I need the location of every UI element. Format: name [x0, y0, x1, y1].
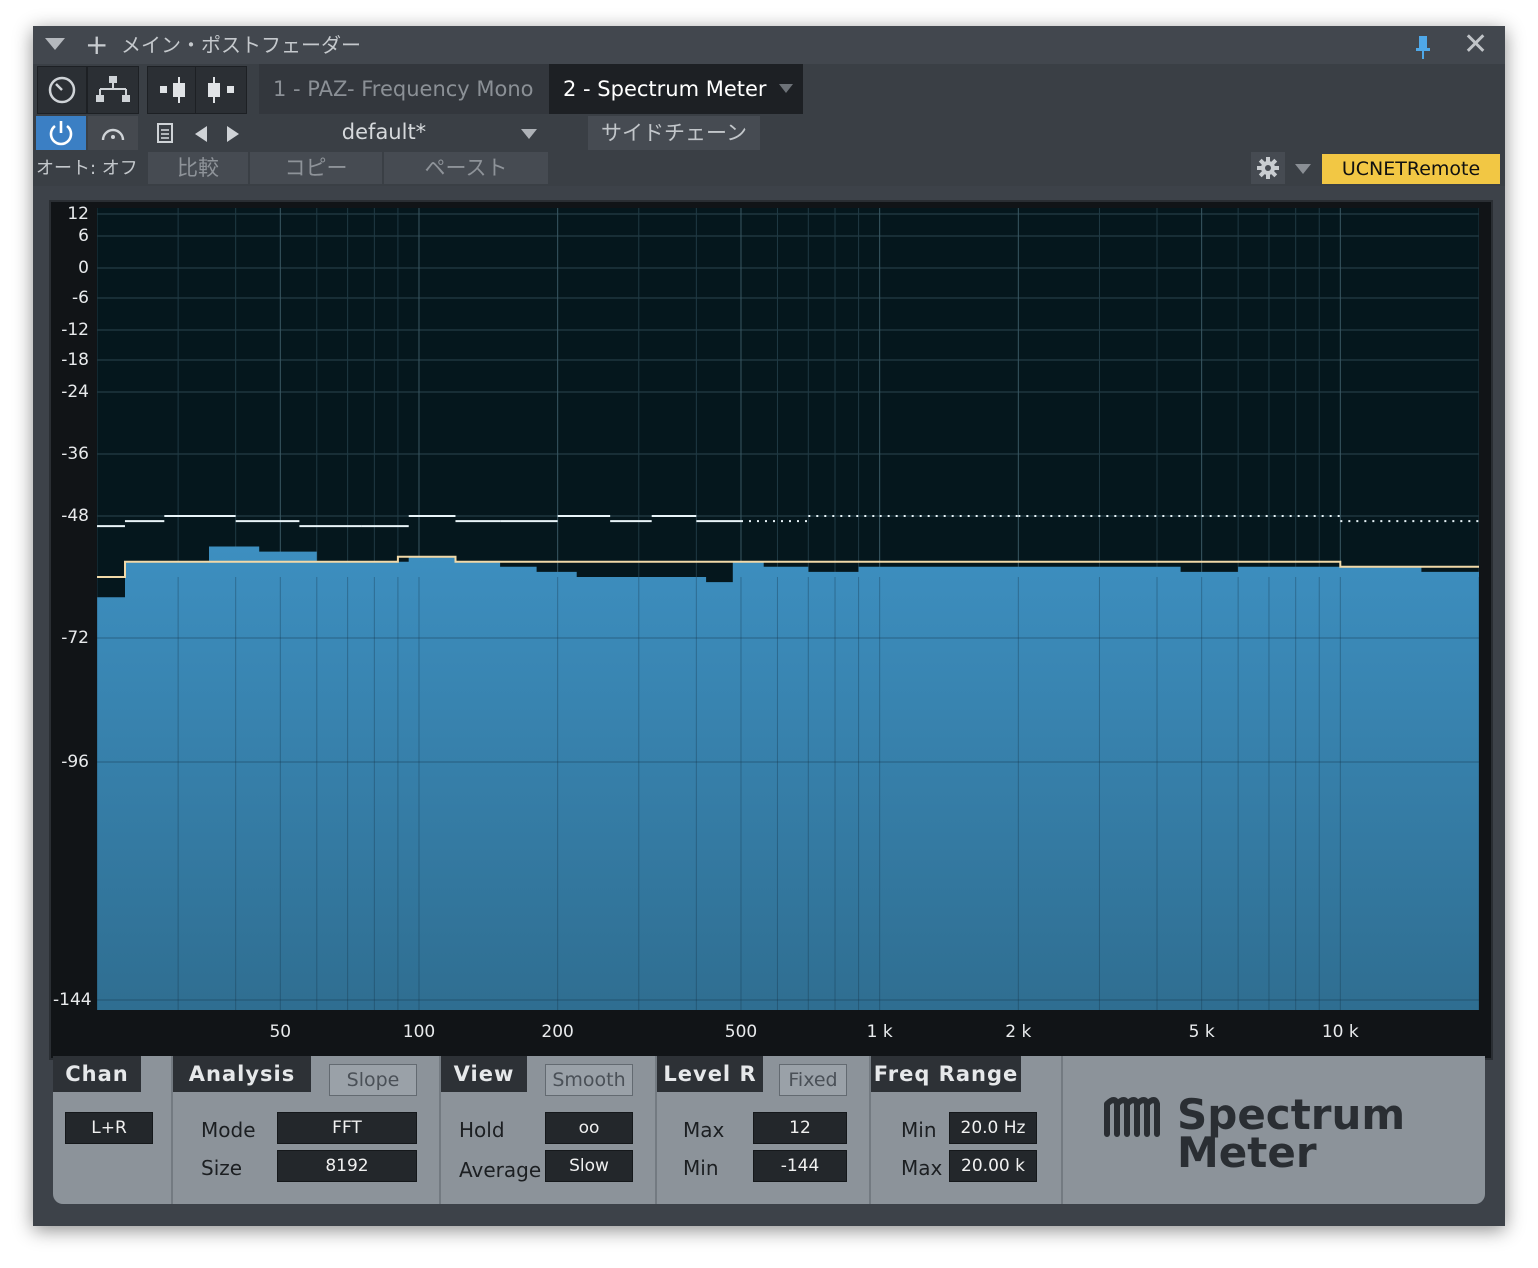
y-tick-label: -144: [53, 990, 92, 1010]
edit-row: オート: オフ 比較 コピー ペースト UCNETRemote: [33, 152, 1505, 186]
spectrum-level-area: [97, 546, 1479, 1010]
clock-button[interactable]: [37, 66, 87, 114]
x-tick-label: 50: [269, 1022, 292, 1042]
level-header: Level R: [657, 1056, 763, 1092]
y-tick-label: 0: [78, 258, 89, 278]
view-header: View: [441, 1056, 527, 1092]
compare-button[interactable]: 比較: [148, 152, 248, 184]
control-panel: Chan L+R Analysis Slope Mode FFT Size 81…: [53, 1056, 1485, 1204]
preset-dropdown-chevron-icon: [521, 129, 537, 139]
x-tick-label: 1 k: [866, 1022, 893, 1042]
presonus-logo-icon: [1104, 1097, 1160, 1137]
x-tick-label: 100: [402, 1022, 436, 1042]
y-tick-label: -6: [72, 288, 89, 308]
preset-next-arrow-icon[interactable]: [227, 126, 239, 142]
gear-icon: [1257, 157, 1279, 179]
preset-browser-button[interactable]: [149, 116, 181, 150]
section-divider: [1061, 1056, 1063, 1204]
document-icon: [157, 123, 173, 143]
tab-paz-frequency[interactable]: 1 - PAZ- Frequency Mono: [259, 64, 549, 114]
auto-mode-label[interactable]: オート: オフ: [36, 156, 138, 182]
average-label: Average: [459, 1158, 542, 1182]
spectrum-display: 12 6 0 -6 -12 -18 -24 -36 -48 -72 -96 -144 50 100 200…: [49, 200, 1493, 1060]
hold-label: Hold: [459, 1118, 505, 1142]
x-tick-label: 5 k: [1188, 1022, 1215, 1042]
add-plus-icon[interactable]: +: [85, 28, 108, 62]
headphone-icon: [101, 128, 125, 141]
freq-min-value[interactable]: 20.0 Hz: [949, 1112, 1037, 1144]
y-tick-label: -24: [61, 382, 89, 402]
tab-spectrum-meter-label: 2 - Spectrum Meter: [563, 77, 767, 101]
settings-chevron-icon[interactable]: [1295, 164, 1311, 174]
insert-after-icon: [208, 77, 234, 103]
mode-select[interactable]: FFT: [277, 1112, 417, 1144]
freq-max-label: Max: [901, 1156, 943, 1180]
freq-range-header: Freq Range: [871, 1056, 1021, 1092]
level-min-label: Min: [683, 1156, 719, 1180]
chan-header: Chan: [53, 1056, 141, 1092]
preset-prev-arrow-icon[interactable]: [195, 126, 207, 142]
freq-max-value[interactable]: 20.00 k: [949, 1150, 1037, 1182]
ucnet-remote-badge[interactable]: UCNETRemote: [1322, 154, 1500, 184]
insert-before-button[interactable]: [147, 66, 197, 114]
smooth-button[interactable]: Smooth: [545, 1064, 633, 1096]
x-tick-label: 10 k: [1321, 1022, 1359, 1042]
clock-icon: [48, 76, 76, 104]
spectrum-plot: [97, 208, 1479, 1010]
plugin-window: + メイン・ポストフェーダー ✕ 1 - PAZ- Frequency Mono…: [33, 26, 1505, 1226]
mode-label: Mode: [201, 1118, 256, 1142]
y-tick-label: -96: [61, 752, 89, 772]
routing-button[interactable]: [87, 66, 139, 114]
logo-text-meter: Meter: [1177, 1128, 1317, 1177]
paste-button[interactable]: ペースト: [384, 152, 548, 184]
analysis-header: Analysis: [173, 1056, 311, 1092]
insert-before-icon: [160, 77, 185, 103]
insert-after-button[interactable]: [195, 66, 247, 114]
channel-select[interactable]: L+R: [65, 1112, 153, 1144]
size-label: Size: [201, 1156, 243, 1180]
preset-name: default*: [341, 120, 427, 144]
listen-button[interactable]: [88, 116, 138, 150]
x-tick-label: 200: [541, 1022, 574, 1042]
level-max-value[interactable]: 12: [753, 1112, 847, 1144]
power-icon: [49, 121, 73, 146]
close-icon[interactable]: ✕: [1463, 28, 1488, 62]
freq-min-label: Min: [901, 1118, 937, 1142]
chevron-down-icon[interactable]: [779, 84, 793, 93]
y-tick-label: -12: [61, 320, 89, 340]
collapse-triangle-icon[interactable]: [45, 38, 65, 50]
y-tick-label: 6: [78, 226, 89, 246]
slope-button[interactable]: Slope: [329, 1064, 417, 1096]
title-bar: + メイン・ポストフェーダー ✕: [33, 26, 1505, 64]
y-tick-label: -72: [61, 628, 89, 648]
x-tick-label: 2 k: [1005, 1022, 1032, 1042]
pin-icon[interactable]: [1413, 34, 1433, 60]
settings-button[interactable]: [1251, 152, 1285, 184]
y-tick-label: -36: [61, 444, 89, 464]
sidechain-button[interactable]: サイドチェーン: [588, 116, 760, 150]
level-min-value[interactable]: -144: [753, 1150, 847, 1182]
y-tick-label: -18: [61, 350, 89, 370]
window-title: メイン・ポストフェーダー: [121, 33, 361, 57]
routing-icon: [96, 76, 130, 102]
preset-dropdown[interactable]: default*: [249, 116, 547, 150]
y-tick-label: -48: [61, 506, 89, 526]
tab-spectrum-meter[interactable]: 2 - Spectrum Meter: [549, 64, 803, 114]
toolbar-row: 1 - PAZ- Frequency Mono 2 - Spectrum Met…: [33, 64, 1505, 114]
y-tick-label: 12: [67, 204, 89, 224]
fixed-button[interactable]: Fixed: [779, 1064, 847, 1096]
average-select[interactable]: Slow: [545, 1150, 633, 1182]
x-tick-label: 500: [724, 1022, 758, 1042]
copy-button[interactable]: コピー: [250, 152, 382, 184]
power-button[interactable]: [36, 116, 86, 150]
preset-row: default* サイドチェーン: [33, 114, 1505, 152]
size-select[interactable]: 8192: [277, 1150, 417, 1182]
hold-select[interactable]: oo: [545, 1112, 633, 1144]
level-max-label: Max: [683, 1118, 725, 1142]
